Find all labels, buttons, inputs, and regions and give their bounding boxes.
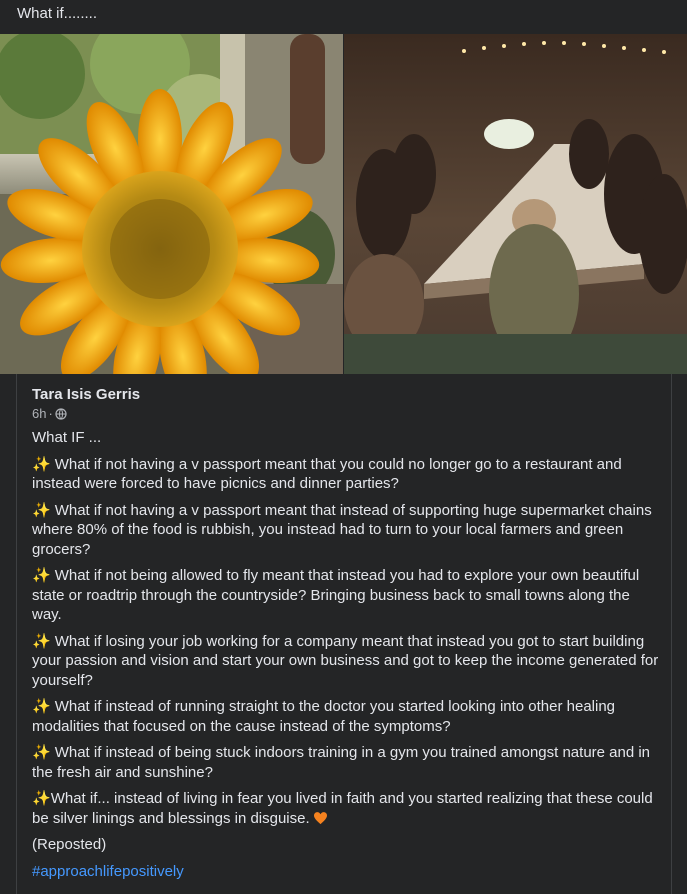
sparkles-icon: ✨ [32, 632, 51, 650]
list-item: ✨ What if instead of running straight to … [32, 698, 616, 735]
photo-grid [0, 34, 687, 374]
sparkles-icon: ✨ [32, 744, 51, 761]
orange-heart-icon [313, 811, 327, 824]
sunflower-photo[interactable] [0, 34, 343, 374]
hashtag-link[interactable]: #approachlifepositively [32, 862, 662, 882]
list-item: ✨ What if instead of being stuck indoors … [32, 744, 651, 781]
list-item: ✨What if... instead of living in fear yo… [32, 790, 653, 827]
shared-post: Tara Isis Gerris 6h · What IF ... ✨ What … [16, 374, 672, 894]
dinner-party-photo[interactable] [344, 34, 687, 374]
meta-separator: · [48, 406, 53, 421]
list-item: ✨ What if losing your job working for a c… [32, 632, 659, 689]
post-body: What IF ... ✨ What if not having a v pass… [32, 428, 662, 888]
list-item: ✨ What if not being allowed to fly meant … [32, 567, 640, 623]
reposted-note: (Reposted) [32, 836, 107, 853]
post-intro: What IF ... [32, 429, 102, 446]
sparkles-icon: ✨ [32, 698, 51, 715]
sparkles-icon: ✨ [32, 501, 51, 519]
post-meta: 6h · [32, 406, 67, 421]
list-item: ✨ What if not having a v passport meant t… [32, 501, 652, 558]
author-name[interactable]: Tara Isis Gerris [32, 386, 140, 403]
list-item: ✨ What if not having a v passport meant t… [32, 455, 622, 493]
post-time[interactable]: 6h [32, 406, 46, 421]
sparkles-icon: ✨ [32, 455, 51, 473]
sparkles-icon: ✨ [32, 567, 51, 584]
post-text: What if........ [17, 5, 98, 22]
sparkles-icon: ✨ [32, 790, 51, 807]
globe-icon [55, 407, 67, 420]
